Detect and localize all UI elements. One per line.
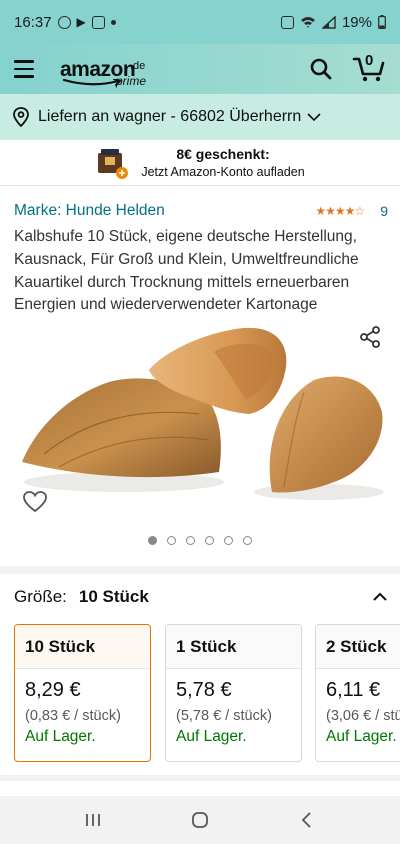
- battery-percent: 19%: [341, 13, 372, 31]
- back-button[interactable]: [289, 805, 325, 835]
- size-options: 10 Stück 8,29 € (0,83 € / stück) Auf Lag…: [14, 624, 400, 762]
- option-price: 5,78 €: [176, 679, 232, 701]
- image-dot[interactable]: [243, 536, 252, 545]
- chevron-down-icon: [307, 113, 321, 122]
- size-option-card[interactable]: 10 Stück 8,29 € (0,83 € / stück) Auf Lag…: [14, 624, 151, 762]
- location-pin-icon: [13, 107, 29, 127]
- gift-card-icon: [98, 148, 129, 179]
- chevron-up-icon[interactable]: [372, 591, 388, 603]
- product-image[interactable]: [14, 322, 394, 512]
- play-icon: ▶: [76, 15, 86, 29]
- battery-icon: [378, 15, 386, 29]
- option-unit-price: (5,78 € / stück): [176, 708, 272, 724]
- option-name: 10 Stück: [15, 625, 150, 669]
- search-icon[interactable]: [308, 56, 334, 82]
- option-price: 6,11 €: [326, 679, 381, 701]
- amazon-prime-logo[interactable]: amazon .de prime: [60, 59, 146, 87]
- logo-smile-icon: [62, 78, 122, 86]
- app-header: amazon .de prime 0: [0, 44, 400, 94]
- menu-icon[interactable]: [14, 56, 40, 82]
- section-divider: [0, 775, 400, 781]
- alarm-icon: [280, 15, 294, 29]
- whatsapp-icon: [57, 15, 71, 29]
- promo-title: 8€ geschenkt:: [176, 146, 270, 162]
- section-divider: [0, 566, 400, 574]
- option-name: 1 Stück: [166, 625, 301, 669]
- recent-apps-icon: [86, 814, 101, 826]
- home-button[interactable]: [182, 805, 218, 835]
- back-icon: [301, 812, 311, 828]
- rating[interactable]: ★★★★☆ 9: [315, 203, 388, 219]
- status-time: 16:37: [14, 13, 52, 31]
- home-icon: [192, 812, 208, 828]
- share-icon[interactable]: [358, 325, 382, 349]
- system-navigation-bar: [0, 796, 400, 844]
- cart-count: 0: [365, 52, 374, 69]
- option-name: 2 Stück: [316, 625, 400, 669]
- product-title: Kalbshufe 10 Stück, eigene deutsche Hers…: [14, 228, 359, 314]
- brand-link[interactable]: Marke: Hunde Helden: [14, 202, 165, 220]
- notification-dot-icon: [110, 19, 116, 25]
- wishlist-heart-icon[interactable]: [22, 490, 48, 514]
- image-dot[interactable]: [148, 536, 157, 545]
- image-dot[interactable]: [224, 536, 233, 545]
- logo-domain: .de: [130, 59, 146, 72]
- signal-icon: [321, 15, 336, 29]
- option-stock: Auf Lager.: [25, 728, 96, 745]
- recent-apps-button[interactable]: [75, 805, 111, 835]
- option-unit-price: (3,06 € / stück): [326, 708, 400, 724]
- option-price: 8,29 €: [25, 679, 81, 701]
- status-bar: 16:37 ▶ 19%: [0, 0, 400, 44]
- image-dot[interactable]: [186, 536, 195, 545]
- option-stock: Auf Lager.: [176, 728, 247, 745]
- option-unit-price: (0,83 € / stück): [25, 708, 121, 724]
- image-pagination: [0, 536, 400, 545]
- size-label: Größe:: [14, 587, 67, 606]
- size-selector-header[interactable]: Größe: 10 Stück: [14, 587, 388, 607]
- size-option-card[interactable]: 2 Stück 6,11 € (3,06 € / stück) Auf Lage…: [315, 624, 400, 762]
- brand-rating-row: Marke: Hunde Helden ★★★★☆ 9: [14, 202, 388, 220]
- size-option-card[interactable]: 1 Stück 5,78 € (5,78 € / stück) Auf Lage…: [165, 624, 302, 762]
- cart-button[interactable]: 0: [352, 52, 386, 84]
- rating-stars-icon: ★★★★☆: [315, 204, 365, 218]
- promo-banner[interactable]: 8€ geschenkt: Jetzt Amazon-Konto auflade…: [0, 140, 400, 186]
- size-value: 10 Stück: [78, 587, 149, 606]
- option-stock: Auf Lager.: [326, 728, 397, 745]
- promo-subtitle: Jetzt Amazon-Konto aufladen: [141, 165, 305, 179]
- delivery-text: Liefern an wagner - 66802 Überherrn: [38, 108, 302, 125]
- image-dot[interactable]: [205, 536, 214, 545]
- image-dot[interactable]: [167, 536, 176, 545]
- gallery-icon: [91, 15, 105, 29]
- wifi-icon: [300, 16, 315, 28]
- rating-count: 9: [380, 203, 388, 219]
- delivery-location-bar[interactable]: Liefern an wagner - 66802 Überherrn: [0, 94, 400, 140]
